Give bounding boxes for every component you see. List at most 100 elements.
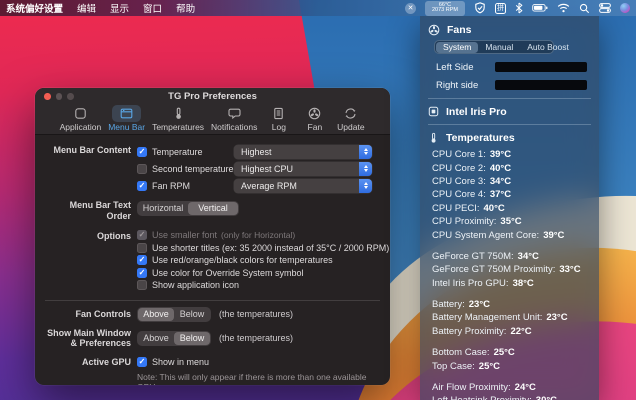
text-order-vertical[interactable]: Vertical	[188, 202, 238, 215]
temperature-label: CPU Core 3:	[432, 176, 486, 187]
minimize-button[interactable]	[56, 93, 63, 100]
close-button[interactable]	[44, 93, 51, 100]
app-menu-system-preferences[interactable]: 系统偏好设置	[6, 1, 63, 15]
application-icon	[66, 105, 95, 122]
use-colors-label: Use red/orange/black colors for temperat…	[152, 255, 333, 265]
document-icon	[264, 105, 293, 122]
fan-mode-system[interactable]: System	[436, 42, 478, 53]
menu-bar-menus: 系统偏好设置 编辑 显示 窗口 帮助	[6, 1, 195, 15]
show-main-window-segmented-control: Above Below	[137, 331, 211, 346]
preferences-content: Menu Bar Content ✓ Temperature Highest S…	[35, 135, 390, 385]
text-order-horizontal[interactable]: Horizontal	[138, 202, 188, 215]
temperature-row: Battery Management Unit: 23°C	[432, 311, 587, 324]
fan-rpm-source-value: Average RPM	[241, 181, 297, 191]
text-order-segmented-control: Horizontal Vertical	[137, 201, 239, 216]
show-in-menu-checkbox[interactable]: ✓	[137, 357, 147, 367]
fan-icon	[428, 24, 440, 36]
override-symbol-color-checkbox[interactable]: ✓	[137, 268, 147, 278]
battery-icon[interactable]	[532, 3, 548, 13]
text-order-row: Menu Bar Text Order Horizontal Vertical	[45, 198, 380, 221]
menu-bar-status-area: ✕ 66°C 2073 RPM 拼	[405, 1, 630, 16]
app-menu-view[interactable]: 显示	[110, 1, 129, 15]
temperature-value: 39°C	[543, 230, 564, 241]
fan-controls-above[interactable]: Above	[138, 308, 174, 321]
temperature-value: 34°C	[490, 176, 511, 187]
temperature-row: Battery Proximity: 22°C	[432, 325, 587, 338]
window-titlebar[interactable]: TG Pro Preferences	[35, 88, 390, 104]
use-colors-checkbox[interactable]: ✓	[137, 255, 147, 265]
wifi-icon[interactable]	[557, 3, 570, 13]
active-gpu-label: Active GPU	[45, 355, 137, 386]
menu-bar-content-label: Menu Bar Content	[45, 143, 137, 194]
temperature-label: Bottom Case:	[432, 347, 490, 358]
show-app-icon-checkbox[interactable]	[137, 280, 147, 290]
second-temperature-checkbox-label: Second temperature	[152, 164, 234, 174]
tab-log[interactable]: Log	[264, 105, 293, 131]
app-menu-edit[interactable]: 编辑	[77, 1, 96, 15]
temperature-label: Top Case:	[432, 361, 475, 372]
proximity-temp-group: Air Flow Proximity: 24°C Left Heatsink P…	[432, 381, 587, 400]
cpu-temp-group: CPU Core 1: 39°C CPU Core 2: 40°C CPU Co…	[432, 148, 587, 242]
use-smaller-font-note: (only for Horizontal)	[221, 230, 295, 240]
use-smaller-font-checkbox[interactable]: ✓	[137, 230, 147, 240]
temperature-setting-row: ✓ Temperature Highest	[137, 143, 380, 160]
fan-rpm-checkbox-label: Fan RPM	[152, 181, 190, 191]
temperature-value: 35°C	[500, 216, 521, 227]
shield-check-icon[interactable]	[474, 2, 486, 14]
fan-rpm-source-dropdown[interactable]: Average RPM	[234, 179, 372, 193]
fan-mode-manual[interactable]: Manual	[478, 42, 520, 53]
temperature-row: CPU Core 3: 34°C	[432, 175, 587, 188]
fan-mode-segmented-control: System Manual Auto Boost	[434, 40, 554, 54]
app-menu-window[interactable]: 窗口	[143, 1, 162, 15]
tab-application[interactable]: Application	[60, 105, 102, 131]
temperature-value: 34°C	[518, 251, 539, 262]
second-temperature-checkbox[interactable]	[137, 164, 147, 174]
fan-icon	[300, 105, 329, 122]
siri-icon[interactable]	[620, 3, 630, 13]
second-temperature-source-dropdown[interactable]: Highest CPU	[234, 162, 372, 176]
second-temperature-setting-row: Second temperature Highest CPU	[137, 160, 380, 177]
thermometer-icon	[428, 132, 439, 144]
control-center-icon[interactable]	[599, 3, 611, 13]
tab-update[interactable]: Update	[336, 105, 365, 131]
bluetooth-icon[interactable]	[515, 2, 523, 14]
temperature-checkbox[interactable]: ✓	[137, 147, 147, 157]
temperature-row: Bottom Case: 25°C	[432, 346, 587, 359]
temperature-label: CPU Core 1:	[432, 149, 486, 160]
thermometer-icon	[164, 105, 193, 122]
refresh-icon	[336, 105, 365, 122]
left-fan-slider[interactable]	[495, 62, 587, 72]
temperature-value: 24°C	[515, 382, 536, 393]
fans-section: Fans System Manual Auto Boost Left Side …	[420, 23, 599, 92]
gpu-title: Intel Iris Pro	[446, 106, 507, 118]
battery-temp-group: Battery: 23°C Battery Management Unit: 2…	[432, 298, 587, 338]
use-smaller-font-label: Use smaller font	[152, 230, 217, 240]
tgpro-menubar-item[interactable]: 66°C 2073 RPM	[425, 1, 465, 16]
use-colors-row: ✓ Use red/orange/black colors for temper…	[137, 254, 380, 267]
tab-fan[interactable]: Fan	[300, 105, 329, 131]
right-fan-slider[interactable]	[495, 80, 587, 90]
show-main-window-above[interactable]: Above	[138, 332, 174, 345]
right-fan-label: Right side	[436, 80, 478, 91]
show-main-window-below[interactable]: Below	[174, 332, 210, 345]
app-menu-help[interactable]: 帮助	[176, 1, 195, 15]
tab-notifications[interactable]: Notifications	[211, 105, 257, 131]
gpu-icon	[428, 106, 439, 117]
fan-rpm-setting-row: ✓ Fan RPM Average RPM	[137, 177, 380, 194]
tab-menu-bar[interactable]: Menu Bar	[108, 105, 145, 131]
search-icon[interactable]	[579, 3, 590, 14]
gpu-header: Intel Iris Pro	[432, 105, 587, 118]
temperature-row: Battery: 23°C	[432, 298, 587, 311]
dismiss-circle-icon[interactable]: ✕	[405, 3, 416, 14]
use-shorter-titles-checkbox[interactable]	[137, 243, 147, 253]
use-shorter-titles-label: Use shorter titles (ex: 35 2000 instead …	[152, 243, 389, 253]
fan-rpm-checkbox[interactable]: ✓	[137, 181, 147, 191]
temperature-value: 37°C	[490, 189, 511, 200]
fan-mode-auto-boost[interactable]: Auto Boost	[520, 42, 576, 53]
fan-controls-below[interactable]: Below	[174, 308, 210, 321]
tab-temperatures[interactable]: Temperatures	[152, 105, 204, 131]
temperature-source-dropdown[interactable]: Highest	[234, 145, 372, 159]
zoom-button[interactable]	[67, 93, 74, 100]
input-method-icon[interactable]: 拼	[495, 3, 506, 14]
left-fan-label: Left Side	[436, 62, 474, 73]
